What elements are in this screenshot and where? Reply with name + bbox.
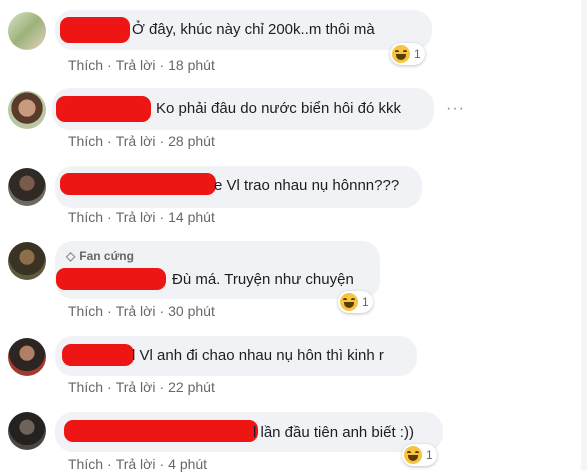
comment-actions: Thích · Trả lời · 14 phút xyxy=(68,209,215,225)
fan-badge: ◇ Fan cứng xyxy=(66,249,134,263)
separator: · xyxy=(159,379,165,395)
timestamp[interactable]: 30 phút xyxy=(168,303,215,319)
comment-actions: Thích · Trả lời · 22 phút xyxy=(68,379,215,395)
reaction-count: 1 xyxy=(426,448,433,462)
separator: · xyxy=(159,209,165,225)
reaction-badge[interactable]: 1 xyxy=(338,291,373,313)
scrollbar[interactable] xyxy=(581,0,587,470)
redacted-author xyxy=(56,96,151,122)
avatar[interactable] xyxy=(8,412,46,450)
comment-text: l lần đầu tiên anh biết :)) xyxy=(253,424,414,441)
like-link[interactable]: Thích xyxy=(68,57,103,73)
comment-text: Ở đây, khúc này chỉ 200k..m thôi mà xyxy=(132,21,375,38)
redacted-author xyxy=(60,17,130,43)
avatar[interactable] xyxy=(8,12,46,50)
redacted-author xyxy=(56,268,166,290)
separator: · xyxy=(159,57,165,73)
redacted-author xyxy=(62,344,134,366)
comment-actions: Thích · Trả lời · 30 phút xyxy=(68,303,215,319)
comment-text: e Vl trao nhau nụ hônnn??? xyxy=(214,177,400,194)
like-link[interactable]: Thích xyxy=(68,303,103,319)
separator: · xyxy=(107,303,112,319)
haha-emoji-icon xyxy=(340,293,358,311)
comment-text: Đù má. Truyện như chuyện xyxy=(172,271,354,288)
haha-emoji-icon xyxy=(404,446,422,464)
reaction-count: 1 xyxy=(414,47,421,61)
comment-actions: Thích · Trả lời · 28 phút xyxy=(68,133,215,149)
haha-emoji-icon xyxy=(392,45,410,63)
badge-label: Fan cứng xyxy=(79,249,134,263)
reaction-badge[interactable]: 1 xyxy=(402,444,437,466)
comment-actions: Thích · Trả lời · 18 phút xyxy=(68,57,215,73)
comment-text: l Vl anh đi chao nhau nụ hôn thì kinh r xyxy=(132,347,384,364)
avatar[interactable] xyxy=(8,338,46,376)
separator: · xyxy=(107,379,112,395)
reply-link[interactable]: Trả lời xyxy=(116,379,156,395)
redacted-author xyxy=(60,173,216,195)
comment-text: Ko phải đâu do nước biển hôi đó kkk xyxy=(156,100,402,117)
like-link[interactable]: Thích xyxy=(68,133,103,149)
redacted-author xyxy=(64,420,258,442)
diamond-icon: ◇ xyxy=(66,249,76,263)
separator: · xyxy=(159,303,165,319)
reply-link[interactable]: Trả lời xyxy=(116,133,156,149)
separator: · xyxy=(107,57,112,73)
separator: · xyxy=(159,133,165,149)
more-options-icon[interactable]: ··· xyxy=(446,100,465,118)
like-link[interactable]: Thích xyxy=(68,379,103,395)
reply-link[interactable]: Trả lời xyxy=(116,209,156,225)
separator: · xyxy=(107,209,112,225)
reaction-badge[interactable]: 1 xyxy=(390,43,425,65)
timestamp[interactable]: 22 phút xyxy=(168,379,215,395)
timestamp[interactable]: 18 phút xyxy=(168,57,215,73)
avatar[interactable] xyxy=(8,168,46,206)
avatar[interactable] xyxy=(8,91,46,129)
reply-link[interactable]: Trả lời xyxy=(116,303,156,319)
separator: · xyxy=(107,133,112,149)
timestamp[interactable]: 14 phút xyxy=(168,209,215,225)
avatar[interactable] xyxy=(8,242,46,280)
timestamp[interactable]: 28 phút xyxy=(168,133,215,149)
reply-link[interactable]: Trả lời xyxy=(116,57,156,73)
reaction-count: 1 xyxy=(362,295,369,309)
like-link[interactable]: Thích xyxy=(68,209,103,225)
